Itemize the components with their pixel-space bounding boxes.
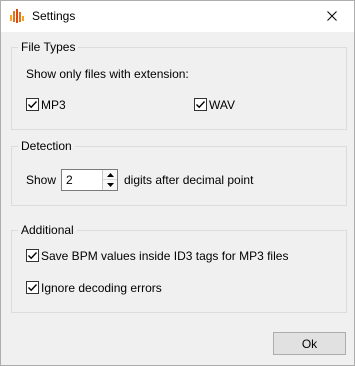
mp3-label[interactable]: MP3 [41,98,66,112]
spinner-up-button[interactable] [103,170,117,180]
ignore-errors-label[interactable]: Ignore decoding errors [41,281,162,295]
check-icon [28,252,38,260]
digits-suffix-label: digits after decimal point [124,173,254,187]
file-types-group: File Types Show only files with extensio… [11,40,347,130]
detection-group: Detection Show digi [11,139,347,206]
save-bpm-label[interactable]: Save BPM values inside ID3 tags for MP3 … [41,249,288,263]
save-bpm-checkbox[interactable] [26,249,39,262]
file-types-group-title: File Types [18,40,79,54]
check-icon [28,101,38,109]
decimal-digits-spinner[interactable] [61,169,118,191]
arrow-up-icon [106,172,114,177]
close-icon [326,10,337,24]
wav-label[interactable]: WAV [209,98,235,112]
bpm-waveform-icon [9,8,25,24]
title-bar[interactable]: Settings [1,1,354,32]
check-icon [196,101,206,109]
wav-checkbox[interactable] [194,98,207,111]
extension-description: Show only files with extension: [26,67,189,81]
dialog-body: File Types Show only files with extensio… [1,32,354,365]
arrow-down-icon [106,183,114,187]
additional-group-title: Additional [18,223,77,237]
ok-button[interactable]: Ok [273,332,346,355]
check-icon [28,284,38,292]
spinner-down-button[interactable] [103,180,117,190]
ignore-errors-checkbox[interactable] [26,281,39,294]
close-button[interactable] [309,1,354,32]
mp3-checkbox[interactable] [26,98,39,111]
additional-group: Additional Save BPM values inside ID3 ta… [11,223,347,313]
settings-dialog: Settings File Types Show only files with… [0,0,355,366]
spinner-buttons [102,170,117,190]
window-title: Settings [32,9,76,23]
decimal-digits-input[interactable] [66,173,102,187]
detection-group-title: Detection [18,139,75,153]
show-label: Show [26,173,57,187]
